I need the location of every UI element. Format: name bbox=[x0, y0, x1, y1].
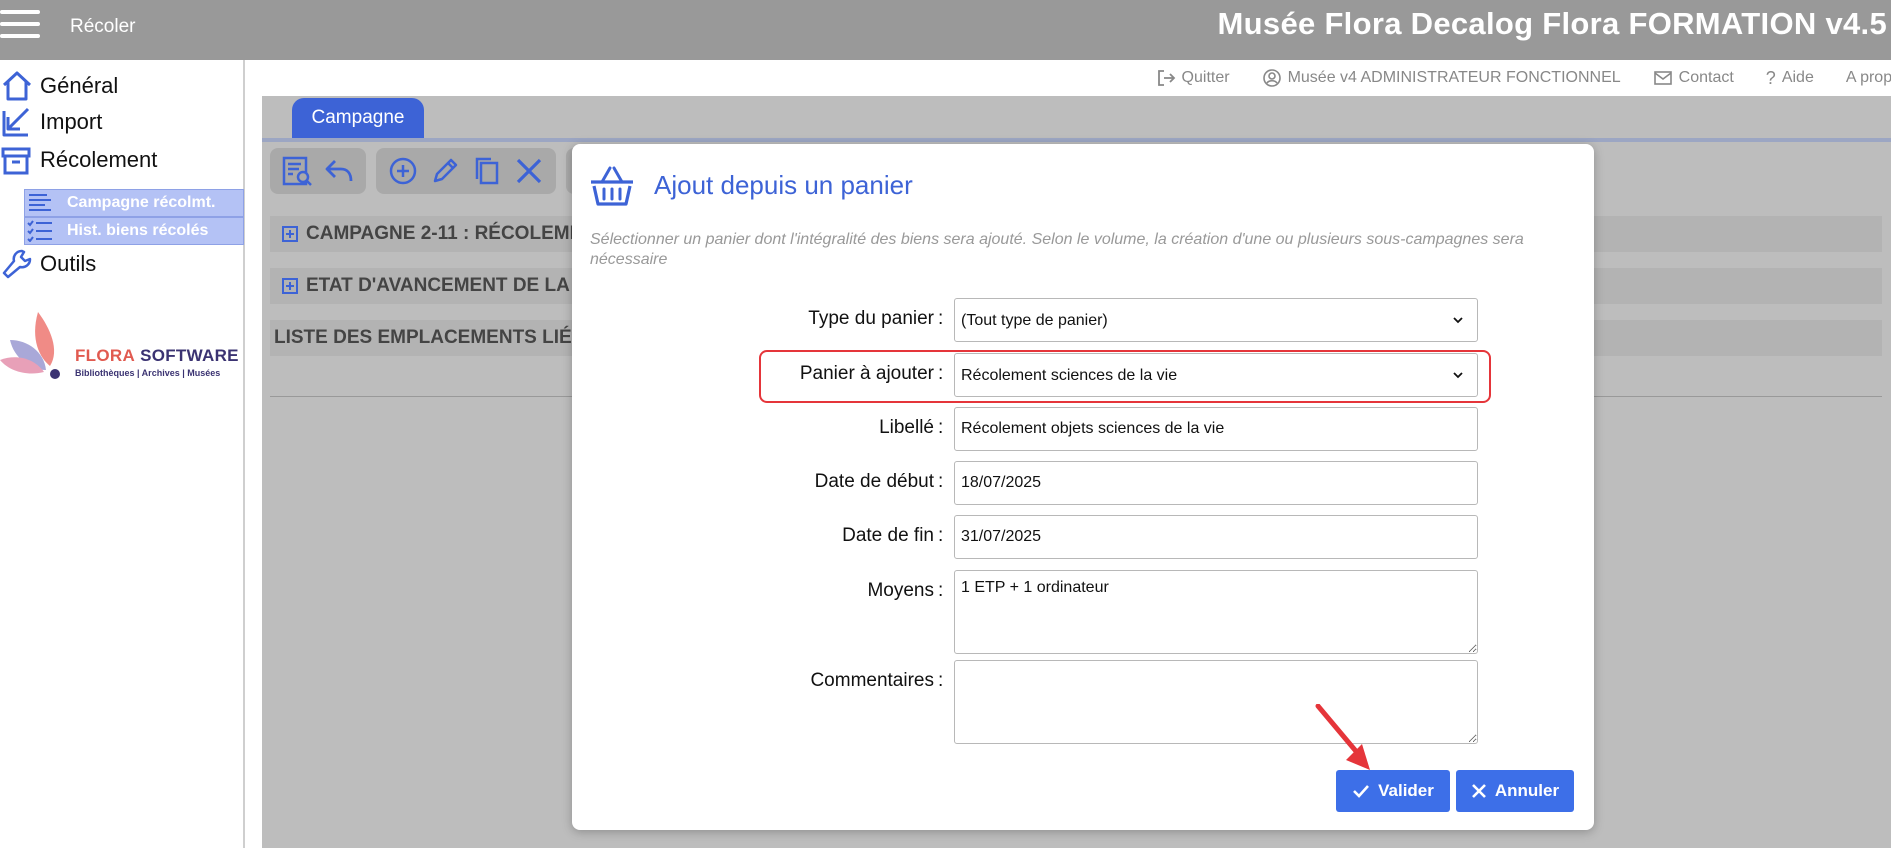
mail-icon bbox=[1653, 71, 1672, 85]
flora-logo-icon bbox=[0, 312, 60, 379]
libelle-input[interactable] bbox=[954, 407, 1478, 451]
sidebar: Général Import Récolement Campagne récol… bbox=[0, 60, 245, 848]
copy-button[interactable] bbox=[466, 151, 508, 191]
label-colon: : bbox=[938, 471, 944, 492]
edit-button[interactable] bbox=[424, 151, 466, 191]
dialog-title: Ajout depuis un panier bbox=[654, 170, 913, 200]
sidebar-item-outils[interactable]: Outils bbox=[0, 246, 96, 282]
delete-button[interactable] bbox=[508, 151, 550, 191]
tab-campagne[interactable]: Campagne bbox=[292, 98, 424, 138]
secondary-header: Quitter Musée v4 ADMINISTRATEUR FONCTION… bbox=[245, 60, 1891, 96]
close-icon bbox=[1471, 784, 1486, 798]
label-colon: : bbox=[938, 580, 944, 601]
archive-icon bbox=[1, 147, 31, 175]
label-colon: : bbox=[938, 417, 944, 438]
close-icon bbox=[516, 158, 542, 184]
tab-underline bbox=[262, 138, 1891, 142]
sidebar-item-general[interactable]: Général bbox=[0, 68, 118, 104]
list-search-button[interactable] bbox=[276, 151, 318, 191]
date-debut-label: Date de début bbox=[814, 471, 934, 492]
sidebar-item-label: Import bbox=[40, 109, 103, 134]
about-link[interactable]: A propos bbox=[1846, 69, 1891, 87]
copy-icon bbox=[475, 157, 499, 185]
moyens-label: Moyens bbox=[867, 580, 934, 601]
list-search-icon bbox=[282, 156, 312, 186]
form-row-date-debut: Date de début : bbox=[572, 461, 1594, 505]
type-panier-select[interactable]: (Tout type de panier) bbox=[954, 298, 1478, 342]
basket-icon bbox=[591, 166, 633, 206]
expand-icon bbox=[282, 278, 298, 294]
undo-icon bbox=[325, 160, 353, 182]
date-fin-input[interactable] bbox=[954, 515, 1478, 559]
dialog-description: Sélectionner un panier dont l'intégralit… bbox=[590, 231, 1524, 268]
sidebar-subitem-label: Campagne récolmt. bbox=[67, 194, 216, 211]
top-bar: Récoler Musée Flora Decalog Flora FORMAT… bbox=[0, 0, 1891, 60]
date-debut-input[interactable] bbox=[954, 461, 1478, 505]
libelle-label: Libellé bbox=[879, 417, 934, 438]
sidebar-subitem-hist[interactable]: Hist. biens récolés bbox=[24, 217, 244, 245]
form-row-moyens: Moyens : 1 ETP + 1 ordinateur bbox=[572, 570, 1594, 654]
label-colon: : bbox=[938, 670, 944, 691]
date-fin-label: Date de fin bbox=[842, 525, 934, 546]
sidebar-item-import[interactable]: Import bbox=[0, 104, 102, 140]
label-colon: : bbox=[938, 525, 944, 546]
expand-icon bbox=[282, 226, 298, 242]
app-title: Musée Flora Decalog Flora FORMATION v4.5 bbox=[1217, 6, 1887, 41]
flora-software-logo: FLORA SOFTWARE Bibliothèques | Archives … bbox=[0, 310, 240, 390]
label-colon: : bbox=[938, 308, 944, 329]
form-row-commentaires: Commentaires : bbox=[572, 660, 1594, 744]
validate-button[interactable]: Valider bbox=[1336, 770, 1450, 812]
form-row-libelle: Libellé : bbox=[572, 407, 1594, 451]
form-row-type: Type du panier : (Tout type de panier) bbox=[572, 298, 1594, 342]
highlight-box bbox=[759, 350, 1491, 403]
user-link[interactable]: Musée v4 ADMINISTRATEUR FONCTIONNEL bbox=[1262, 68, 1621, 88]
wrench-icon bbox=[2, 249, 32, 279]
home-icon bbox=[2, 71, 32, 101]
quit-link[interactable]: Quitter bbox=[1156, 68, 1230, 88]
sidebar-subitem-campagne[interactable]: Campagne récolmt. bbox=[24, 189, 244, 217]
logo-brand: FLORA SOFTWARE bbox=[75, 346, 239, 365]
contact-link[interactable]: Contact bbox=[1653, 68, 1734, 88]
help-icon: ? bbox=[1765, 68, 1776, 88]
cancel-button[interactable]: Annuler bbox=[1456, 770, 1574, 812]
sidebar-item-recolement[interactable]: Récolement bbox=[0, 142, 157, 178]
undo-button[interactable] bbox=[318, 151, 360, 191]
form-row-date-fin: Date de fin : bbox=[572, 515, 1594, 559]
app-name: Récoler bbox=[70, 16, 136, 37]
toolbar-group-1 bbox=[270, 148, 366, 194]
list-icon bbox=[29, 194, 51, 211]
toolbar-group-2 bbox=[376, 148, 556, 194]
menu-icon[interactable] bbox=[0, 10, 40, 40]
sidebar-item-label: Outils bbox=[40, 251, 97, 276]
add-from-basket-dialog: Ajout depuis un panier Sélectionner un p… bbox=[572, 144, 1594, 830]
logout-icon bbox=[1157, 70, 1175, 86]
user-icon bbox=[1262, 69, 1281, 87]
type-panier-label: Type du panier bbox=[808, 308, 934, 329]
logo-tagline: Bibliothèques | Archives | Musées bbox=[75, 368, 221, 378]
check-icon bbox=[1353, 785, 1370, 798]
commentaires-label: Commentaires bbox=[810, 670, 934, 691]
checklist-icon bbox=[27, 220, 52, 242]
sidebar-item-label: Général bbox=[40, 73, 119, 98]
sidebar-item-label: Récolement bbox=[40, 147, 158, 172]
help-link[interactable]: ? Aide bbox=[1766, 68, 1814, 88]
commentaires-textarea[interactable] bbox=[954, 660, 1478, 744]
add-button[interactable] bbox=[382, 151, 424, 191]
add-circle-icon bbox=[389, 157, 417, 185]
import-icon bbox=[2, 107, 30, 137]
sidebar-subitem-label: Hist. biens récolés bbox=[67, 222, 209, 239]
moyens-textarea[interactable]: 1 ETP + 1 ordinateur bbox=[954, 570, 1478, 654]
pencil-icon bbox=[433, 158, 458, 183]
